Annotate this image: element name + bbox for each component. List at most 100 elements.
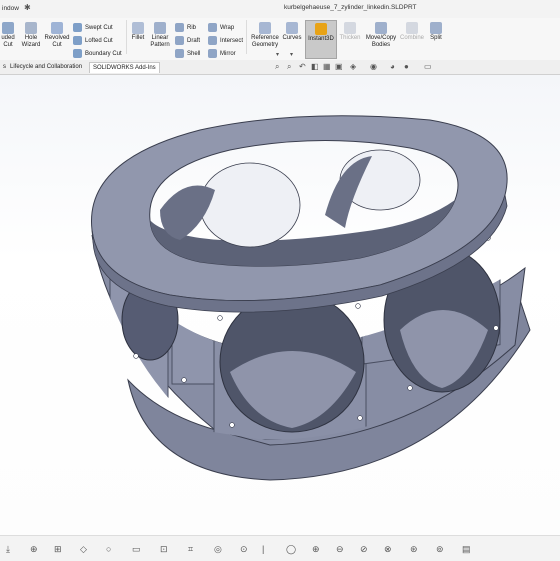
tab-lifecycle-collaboration[interactable]: Lifecycle and Collaboration	[7, 62, 85, 72]
curves-icon	[286, 22, 298, 34]
window-menu[interactable]: indow	[2, 5, 19, 12]
curves-button[interactable]: Curves	[282, 22, 302, 42]
status-icon[interactable]: ⊛	[410, 544, 418, 555]
section-view-icon[interactable]: ◧	[311, 62, 319, 71]
status-icon[interactable]: ○	[106, 544, 111, 554]
extruded-cut-icon	[2, 22, 14, 34]
boundary-cut-icon	[73, 49, 82, 58]
thicken-icon	[344, 22, 356, 34]
reference-geometry-button[interactable]: Reference Geometry	[249, 22, 281, 49]
draft-label: Draft	[187, 37, 201, 44]
reference-geometry-label: Reference Geometry	[251, 35, 279, 48]
swept-cut-icon	[73, 23, 82, 32]
mirror-button[interactable]: Mirror	[208, 49, 236, 58]
command-manager-ribbon: uded Cut Hole Wizard Revolved Cut Swept …	[0, 18, 560, 61]
status-icon[interactable]: ⊚	[436, 544, 444, 555]
fillet-label: Fillet	[131, 35, 145, 41]
intersect-icon	[208, 36, 217, 45]
pin-icon[interactable]: ✱	[24, 3, 31, 12]
split-icon	[430, 22, 442, 34]
rib-button[interactable]: Rib	[175, 23, 196, 32]
status-icon[interactable]: ⊙	[240, 544, 248, 555]
combine-button[interactable]: Combine	[399, 22, 425, 42]
extruded-cut-label: uded Cut	[1, 35, 15, 48]
bolt-hole	[217, 315, 223, 321]
thicken-button[interactable]: Thicken	[338, 22, 362, 42]
hole-wizard-label: Hole Wizard	[21, 35, 41, 48]
intersect-label: Intersect	[220, 37, 244, 44]
boundary-cut-label: Boundary Cut	[85, 50, 122, 57]
lofted-cut-button[interactable]: Lofted Cut	[73, 36, 113, 45]
hole-wizard-icon	[25, 22, 37, 34]
thicken-label: Thicken	[339, 35, 361, 41]
ribbon-separator	[246, 20, 247, 54]
status-icon[interactable]: ⤓	[6, 544, 10, 555]
mirror-label: Mirror	[220, 50, 236, 57]
split-button[interactable]: Split	[427, 22, 445, 42]
ribbon-separator	[126, 20, 127, 54]
bolt-hole	[357, 415, 363, 421]
status-separator: |	[262, 544, 265, 554]
shell-icon	[175, 49, 184, 58]
instant3d-icon	[315, 23, 327, 35]
intersect-button[interactable]: Intersect	[208, 36, 243, 45]
apply-scene-icon[interactable]: ●	[404, 62, 409, 71]
lofted-cut-icon	[73, 36, 82, 45]
dropdown-arrow-icon[interactable]: ▾	[276, 51, 279, 58]
status-icon[interactable]: ◎	[214, 544, 222, 555]
status-icon[interactable]: ⊡	[160, 544, 168, 555]
crankcase-model[interactable]	[0, 75, 560, 535]
zoom-area-icon[interactable]: ⌕	[287, 62, 291, 72]
shell-button[interactable]: Shell	[175, 49, 200, 58]
move-copy-bodies-button[interactable]: Move/Copy Bodies	[364, 22, 398, 49]
bolt-hole	[229, 422, 235, 428]
status-bar: ⤓ ⊕ ⊞ ◇ ○ ▭ ⊡ ⌗ ◎ ⊙ | ◯ ⊕ ⊖ ⊘ ⊗ ⊛ ⊚ ▤	[0, 535, 560, 561]
swept-cut-label: Swept Cut	[85, 24, 113, 31]
boundary-cut-button[interactable]: Boundary Cut	[73, 49, 122, 58]
draft-button[interactable]: Draft	[175, 36, 200, 45]
view-settings-icon[interactable]: ▭	[424, 62, 432, 71]
draft-icon	[175, 36, 184, 45]
status-icon[interactable]: ⊞	[54, 544, 62, 555]
fillet-button[interactable]: Fillet	[129, 22, 147, 42]
reference-geometry-icon	[259, 22, 271, 34]
status-icon[interactable]: ⌗	[188, 544, 193, 555]
bolt-hole	[493, 325, 499, 331]
status-icon[interactable]: ⊖	[336, 544, 344, 555]
dynamic-annotation-icon[interactable]: ▦	[323, 62, 331, 71]
bolt-hole	[133, 353, 139, 359]
linear-pattern-icon	[154, 22, 166, 34]
status-icon[interactable]: ◇	[80, 544, 87, 555]
status-icon[interactable]: ⊕	[312, 544, 320, 555]
hide-show-items-icon[interactable]: ◉	[370, 62, 377, 71]
view-orientation-icon[interactable]: ▣	[335, 62, 343, 71]
graphics-area[interactable]	[0, 75, 560, 535]
title-bar: indow ✱ kurbelgehaeuse_7_zylinder_linked…	[0, 0, 560, 19]
revolved-cut-label: Revolved Cut	[44, 35, 70, 48]
status-icon[interactable]: ▤	[462, 544, 471, 555]
hole-wizard-button[interactable]: Hole Wizard	[20, 22, 42, 49]
swept-cut-button[interactable]: Swept Cut	[73, 23, 113, 32]
tab-solidworks-add-ins[interactable]: SOLIDWORKS Add-Ins	[89, 62, 160, 73]
zoom-to-fit-icon[interactable]: ⌕	[275, 62, 279, 72]
wrap-label: Wrap	[220, 24, 235, 31]
wrap-button[interactable]: Wrap	[208, 23, 234, 32]
combine-icon	[406, 22, 418, 34]
status-icon[interactable]: ⊗	[384, 544, 392, 555]
edit-appearance-icon[interactable]: ◕	[390, 62, 395, 71]
revolved-cut-button[interactable]: Revolved Cut	[44, 22, 70, 49]
status-icon[interactable]: ⊕	[30, 544, 38, 555]
combine-label: Combine	[399, 35, 424, 41]
status-icon[interactable]: ⊘	[360, 544, 368, 555]
wrap-icon	[208, 23, 217, 32]
previous-view-icon[interactable]: ↶	[299, 62, 306, 71]
bolt-hole	[355, 303, 361, 309]
dropdown-arrow-icon[interactable]: ▾	[290, 51, 293, 58]
extruded-cut-button[interactable]: uded Cut	[0, 22, 16, 49]
rib-icon	[175, 23, 184, 32]
display-style-icon[interactable]: ◈	[350, 62, 356, 71]
instant3d-button[interactable]: Instant3D	[305, 20, 337, 59]
linear-pattern-button[interactable]: Linear Pattern	[148, 22, 172, 49]
status-icon[interactable]: ▭	[132, 544, 141, 555]
status-icon[interactable]: ◯	[286, 544, 296, 555]
